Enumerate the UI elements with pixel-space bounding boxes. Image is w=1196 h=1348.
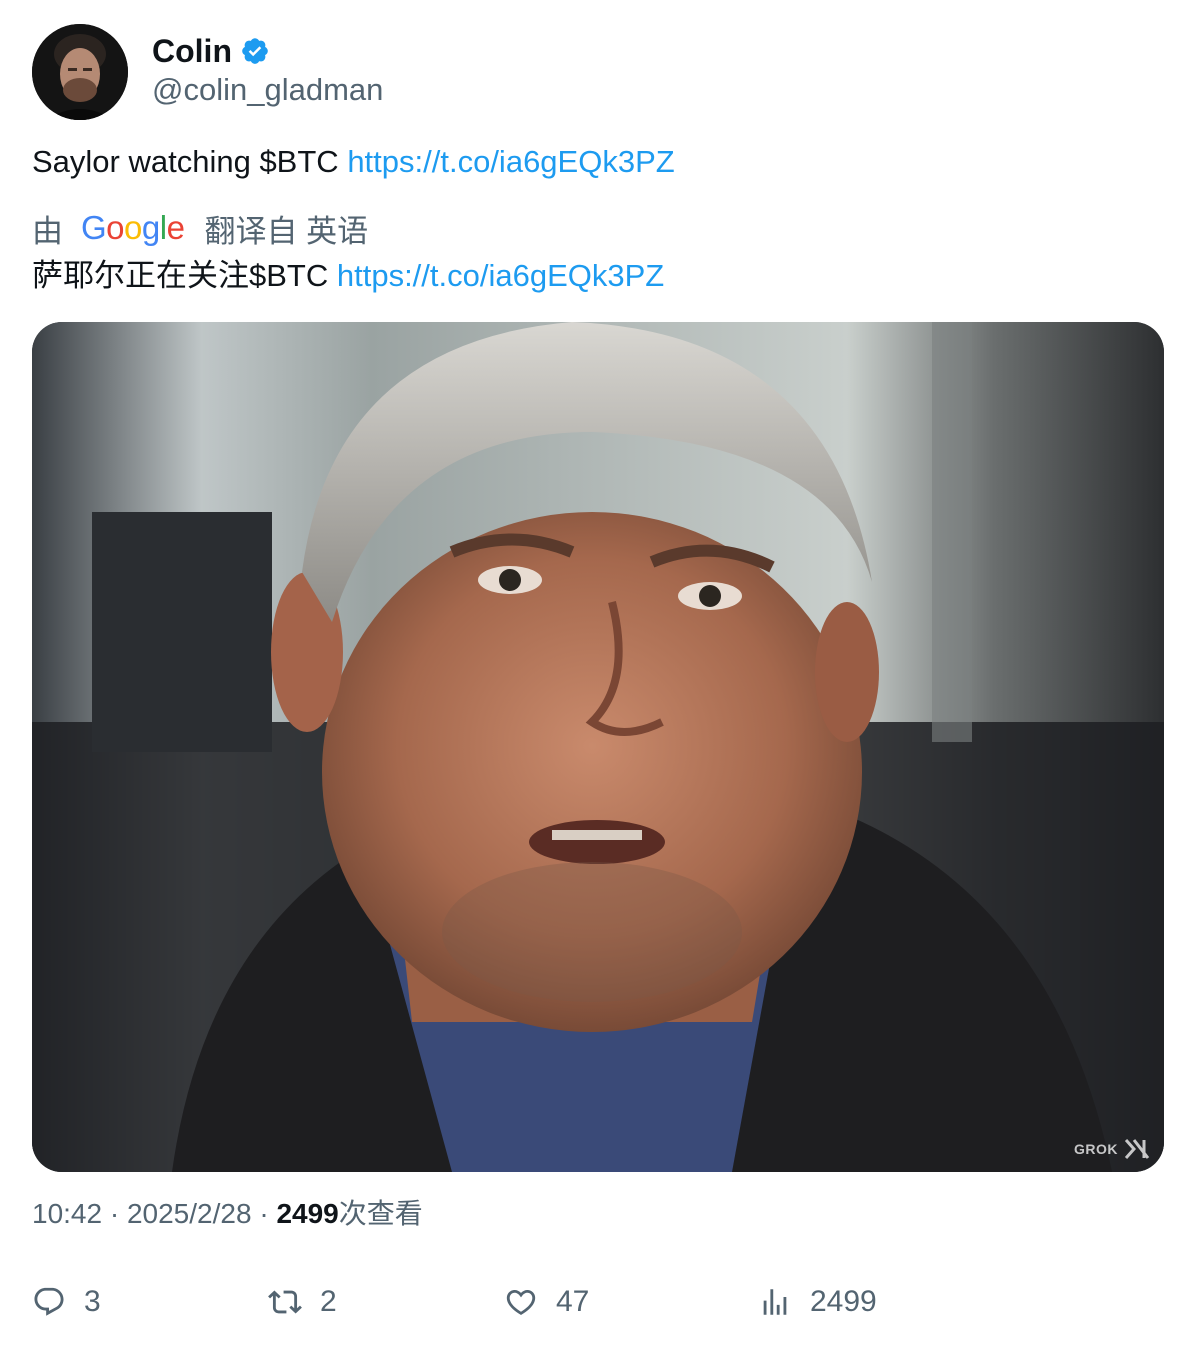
tweet-image[interactable]: GROK — [32, 322, 1164, 1172]
repost-button[interactable]: 2 — [268, 1280, 337, 1324]
tweet-text: Saylor watching $BTC https://t.co/ia6gEQ… — [32, 140, 675, 184]
tweet-header: Colin @colin_gladman — [32, 24, 383, 120]
grok-watermark: GROK — [1074, 1138, 1150, 1160]
tweet-link[interactable]: https://t.co/ia6gEQk3PZ — [347, 144, 674, 179]
tweet-time[interactable]: 10:42 — [32, 1198, 102, 1229]
author-name-block: Colin @colin_gladman — [152, 32, 383, 108]
grok-watermark-text: GROK — [1074, 1141, 1118, 1157]
display-name-row: Colin — [152, 32, 383, 70]
translated-link[interactable]: https://t.co/ia6gEQk3PZ — [337, 258, 664, 293]
portrait-image — [32, 322, 1164, 1172]
tweet-meta: 10:42 · 2025/2/28 · 2499次查看 — [32, 1192, 423, 1236]
repost-count: 2 — [320, 1285, 337, 1318]
translated-body: 萨耶尔正在关注$BTC — [32, 258, 337, 293]
xai-logo-icon — [1124, 1139, 1150, 1159]
views-count: 2499 — [276, 1198, 339, 1229]
author-avatar[interactable] — [32, 24, 128, 120]
tweet-body: Saylor watching $BTC — [32, 144, 348, 179]
translated-text: 萨耶尔正在关注$BTC https://t.co/ia6gEQk3PZ — [32, 254, 664, 298]
reply-button[interactable]: 3 — [32, 1280, 101, 1324]
views-action-count: 2499 — [810, 1285, 877, 1318]
reply-count: 3 — [84, 1285, 101, 1318]
like-count: 47 — [556, 1285, 590, 1318]
translation-source[interactable]: 翻译自 英语 — [204, 206, 368, 251]
like-button[interactable]: 47 — [504, 1280, 589, 1324]
translation-prefix: 由 — [32, 213, 63, 249]
views-label: 次查看 — [338, 1198, 423, 1229]
author-display-name[interactable]: Colin — [152, 33, 232, 70]
repost-icon — [268, 1290, 302, 1314]
verified-badge-icon[interactable] — [240, 36, 270, 66]
google-logo[interactable]: Google — [81, 209, 185, 247]
meta-separator: · — [102, 1198, 127, 1229]
analytics-icon — [763, 1289, 787, 1315]
reply-icon — [34, 1287, 64, 1316]
tweet-date[interactable]: 2025/2/28 — [127, 1198, 252, 1229]
translation-attribution: 由 Google 翻译自 英语 — [32, 206, 368, 250]
meta-separator-2: · — [251, 1198, 277, 1229]
action-bar: 3 2 47 2499 — [32, 1280, 1164, 1324]
heart-icon — [506, 1289, 536, 1315]
author-handle[interactable]: @colin_gladman — [152, 72, 383, 108]
views-button[interactable]: 2499 — [758, 1280, 877, 1324]
